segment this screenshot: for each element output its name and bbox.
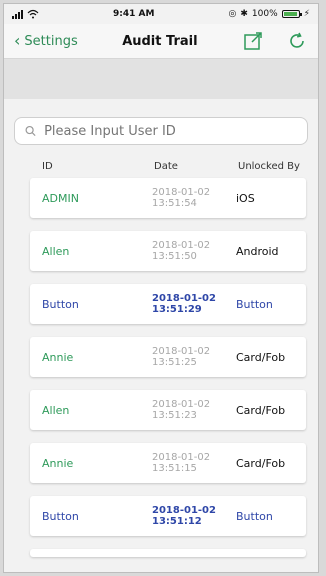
- row-id: Button: [42, 297, 79, 311]
- row-date-line2: 13:51:29: [152, 304, 202, 315]
- search-input[interactable]: [42, 122, 297, 140]
- row-id: Annie: [42, 456, 74, 470]
- row-unlocked-by: Android: [236, 244, 279, 258]
- row-date: 2018-01-02 13:51:50: [152, 240, 236, 263]
- row-id: Allen: [42, 403, 70, 417]
- column-header-id: ID: [42, 161, 53, 172]
- battery-icon: [281, 10, 302, 18]
- share-icon: [244, 32, 262, 50]
- search-area: [4, 99, 318, 155]
- row-unlocked-by: Button: [236, 509, 273, 523]
- table-row-partial: [30, 549, 306, 557]
- search-bar[interactable]: [14, 117, 308, 145]
- row-date-line1: 2018-01-02: [152, 345, 211, 357]
- row-unlocked-by: Card/Fob: [236, 403, 286, 417]
- row-date: 2018-01-02 13:51:54: [152, 187, 236, 210]
- table-row[interactable]: Button 2018-01-02 13:51:12 Button: [30, 496, 306, 536]
- nav-actions: [242, 30, 308, 52]
- refresh-button[interactable]: [286, 30, 308, 52]
- table-row[interactable]: ADMIN 2018-01-02 13:51:54 iOS: [30, 178, 306, 218]
- row-date: 2018-01-02 13:51:23: [152, 399, 236, 422]
- cellular-signal-icon: [12, 9, 23, 19]
- column-header-date: Date: [154, 161, 178, 172]
- row-unlocked-by: iOS: [236, 191, 255, 205]
- wifi-icon: [27, 9, 39, 19]
- row-unlocked-by: Button: [236, 297, 273, 311]
- table-row[interactable]: Allen 2018-01-02 13:51:50 Android: [30, 231, 306, 271]
- page-title: Audit Trail: [122, 33, 198, 49]
- back-button[interactable]: ‹ Settings: [14, 33, 78, 49]
- bluetooth-icon: ✱: [240, 9, 248, 19]
- navigation-bar: ‹ Settings Audit Trail: [4, 24, 318, 59]
- row-date-line1: 2018-01-02: [152, 292, 216, 304]
- battery-percent: 100%: [251, 9, 278, 19]
- refresh-icon: [290, 32, 304, 48]
- table-row[interactable]: Annie 2018-01-02 13:51:25 Card/Fob: [30, 337, 306, 377]
- row-id: Allen: [42, 244, 70, 258]
- row-unlocked-by: Card/Fob: [236, 350, 286, 364]
- header-band: [4, 59, 318, 99]
- row-date-line1: 2018-01-02: [152, 239, 211, 251]
- table-header: ID Date Unlocked By: [4, 161, 318, 172]
- status-time: 9:41 AM: [113, 9, 155, 19]
- audit-list: ADMIN 2018-01-02 13:51:54 iOS Allen 2018…: [4, 178, 318, 536]
- row-date-line1: 2018-01-02: [152, 186, 211, 198]
- table-row[interactable]: Annie 2018-01-02 13:51:15 Card/Fob: [30, 443, 306, 483]
- row-date-line2: 13:51:12: [152, 516, 202, 527]
- table-row[interactable]: Button 2018-01-02 13:51:29 Button: [30, 284, 306, 324]
- phone-screen: 9:41 AM ◎ ✱ 100% ⚡ ‹ Settings Audit Trai…: [3, 3, 319, 573]
- alarm-icon: ◎: [228, 9, 237, 19]
- status-right: ◎ ✱ 100% ⚡: [229, 9, 310, 19]
- row-date-line1: 2018-01-02: [152, 451, 211, 463]
- row-date-line2: 13:51:25: [152, 357, 197, 368]
- row-unlocked-by: Card/Fob: [236, 456, 286, 470]
- row-date-line1: 2018-01-02: [152, 398, 211, 410]
- column-header-unlocked-by: Unlocked By: [238, 161, 300, 172]
- status-bar: 9:41 AM ◎ ✱ 100% ⚡: [4, 4, 318, 24]
- row-id: ADMIN: [42, 191, 79, 205]
- row-date: 2018-01-02 13:51:15: [152, 452, 236, 475]
- row-date-line2: 13:51:54: [152, 198, 197, 209]
- export-button[interactable]: [242, 30, 264, 52]
- row-date: 2018-01-02 13:51:29: [152, 293, 236, 316]
- row-date-line2: 13:51:15: [152, 463, 197, 474]
- row-date: 2018-01-02 13:51:12: [152, 505, 236, 528]
- status-left: [12, 9, 39, 19]
- back-label: Settings: [24, 33, 78, 49]
- search-icon: [25, 125, 36, 137]
- chevron-left-icon: ‹: [14, 31, 21, 50]
- row-date-line2: 13:51:50: [152, 251, 197, 262]
- row-id: Button: [42, 509, 79, 523]
- row-id: Annie: [42, 350, 74, 364]
- row-date-line1: 2018-01-02: [152, 504, 216, 516]
- row-date-line2: 13:51:23: [152, 410, 197, 421]
- charging-icon: ⚡: [303, 9, 310, 19]
- row-date: 2018-01-02 13:51:25: [152, 346, 236, 369]
- table-row[interactable]: Allen 2018-01-02 13:51:23 Card/Fob: [30, 390, 306, 430]
